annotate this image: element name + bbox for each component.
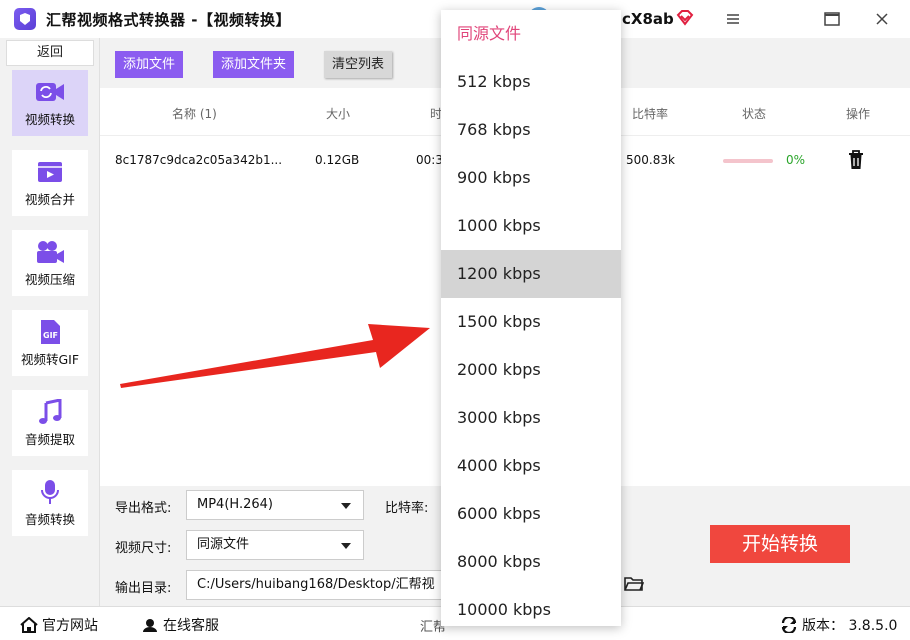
sidebar-item-video-compress[interactable]: 视频压缩 bbox=[12, 230, 88, 296]
start-convert-button[interactable]: 开始转换 bbox=[710, 525, 850, 563]
website-label: 官方网站 bbox=[42, 618, 98, 634]
sidebar-item-label: 音频转换 bbox=[24, 511, 75, 527]
video-merge-icon bbox=[35, 159, 65, 185]
file-bitrate: 500.83k bbox=[626, 153, 675, 167]
dropdown-option[interactable]: 1200 kbps bbox=[441, 250, 621, 298]
vip-diamond-icon[interactable] bbox=[676, 10, 694, 30]
bitrate-dropdown-list[interactable]: 同源文件 512 kbps 768 kbps 900 kbps 1000 kbps 120… bbox=[441, 10, 621, 626]
dropdown-option[interactable]: 3000 kbps bbox=[441, 394, 621, 442]
dropdown-option[interactable]: 8000 kbps bbox=[441, 538, 621, 586]
sidebar-item-audio-convert[interactable]: 音频转换 bbox=[12, 470, 88, 536]
output-label: 输出目录: bbox=[115, 581, 172, 596]
dropdown-option[interactable]: 6000 kbps bbox=[441, 490, 621, 538]
progress-bar bbox=[723, 159, 773, 163]
support-link[interactable]: 在线客服 bbox=[141, 615, 219, 635]
clear-list-button[interactable]: 清空列表 bbox=[324, 51, 393, 78]
close-icon[interactable] bbox=[871, 8, 893, 30]
size-value: 同源文件 bbox=[197, 537, 250, 552]
col-actions[interactable]: 操作 bbox=[846, 105, 870, 122]
home-icon bbox=[20, 617, 38, 633]
chevron-down-icon bbox=[341, 503, 351, 509]
bitrate-label: 比特率: bbox=[385, 501, 429, 516]
format-value: MP4(H.264) bbox=[197, 497, 273, 512]
dropdown-option[interactable]: 同源文件 bbox=[441, 10, 621, 58]
microphone-icon bbox=[35, 479, 65, 505]
dropdown-option[interactable]: 2000 kbps bbox=[441, 346, 621, 394]
version-info[interactable]: 版本： 3.8.5.0 bbox=[780, 615, 897, 635]
music-icon bbox=[35, 398, 65, 425]
chevron-down-icon bbox=[341, 543, 351, 549]
sidebar-item-video-convert[interactable]: 视频转换 bbox=[12, 70, 88, 136]
add-file-button[interactable]: 添加文件 bbox=[115, 51, 184, 78]
red-arrow-icon bbox=[120, 324, 430, 388]
format-label: 导出格式: bbox=[115, 501, 172, 516]
sidebar-item-video-gif[interactable]: GIF 视频转GIF bbox=[12, 310, 88, 376]
dropdown-option[interactable]: 768 kbps bbox=[441, 106, 621, 154]
sidebar-item-video-merge[interactable]: 视频合并 bbox=[12, 150, 88, 216]
dropdown-option[interactable]: 1500 kbps bbox=[441, 298, 621, 346]
sidebar: 返回 视频转换 视频合并 视频压缩 GIF 视频转GIF 音频提取 音频转换 bbox=[0, 38, 100, 606]
video-compress-icon bbox=[35, 239, 65, 265]
col-size[interactable]: 大小 bbox=[326, 105, 350, 122]
headset-icon bbox=[143, 619, 157, 632]
folder-icon[interactable] bbox=[624, 576, 645, 596]
sidebar-item-label: 视频转GIF bbox=[20, 351, 80, 367]
gif-icon: GIF bbox=[35, 319, 65, 345]
output-path-field[interactable]: C:/Users/huibang168/Desktop/汇帮视 bbox=[186, 570, 442, 600]
format-select[interactable]: MP4(H.264) bbox=[186, 490, 364, 520]
app-logo-icon bbox=[14, 8, 36, 30]
dropdown-option[interactable]: 512 kbps bbox=[441, 58, 621, 106]
file-name: 8c1787c9dca2c05a342b1... bbox=[115, 153, 283, 167]
size-label: 视频尺寸: bbox=[115, 541, 172, 556]
app-title: 汇帮视频格式转换器 -【视频转换】 bbox=[46, 10, 291, 29]
sidebar-item-label: 视频转换 bbox=[24, 111, 75, 127]
sidebar-item-label: 音频提取 bbox=[24, 431, 75, 447]
file-size: 0.12GB bbox=[315, 153, 360, 167]
output-path: C:/Users/huibang168/Desktop/汇帮视 bbox=[197, 577, 435, 592]
menu-icon[interactable] bbox=[722, 8, 744, 30]
col-name[interactable]: 名称 (1) bbox=[172, 105, 217, 122]
refresh-icon bbox=[781, 617, 797, 633]
file-duration: 00:3 bbox=[416, 153, 443, 167]
size-select[interactable]: 同源文件 bbox=[186, 530, 364, 560]
username[interactable]: cX8ab bbox=[622, 10, 674, 28]
dropdown-option[interactable]: 4000 kbps bbox=[441, 442, 621, 490]
add-folder-button[interactable]: 添加文件夹 bbox=[213, 51, 295, 78]
sidebar-item-label: 视频合并 bbox=[24, 191, 75, 207]
dropdown-option[interactable]: 900 kbps bbox=[441, 154, 621, 202]
back-button[interactable]: 返回 bbox=[6, 40, 94, 66]
video-convert-icon bbox=[35, 79, 65, 105]
dropdown-option[interactable]: 1000 kbps bbox=[441, 202, 621, 250]
support-label: 在线客服 bbox=[163, 618, 219, 634]
version-label: 版本： 3.8.5.0 bbox=[802, 618, 898, 634]
sidebar-item-audio-extract[interactable]: 音频提取 bbox=[12, 390, 88, 456]
website-link[interactable]: 官方网站 bbox=[20, 615, 98, 635]
maximize-icon[interactable] bbox=[821, 8, 843, 30]
dropdown-option[interactable]: 10000 kbps bbox=[441, 586, 621, 626]
sidebar-item-label: 视频压缩 bbox=[24, 271, 75, 287]
svg-text:GIF: GIF bbox=[43, 331, 58, 340]
progress-percent: 0% bbox=[786, 153, 806, 167]
col-status[interactable]: 状态 bbox=[742, 105, 766, 122]
trash-icon[interactable] bbox=[848, 150, 864, 174]
col-bitrate[interactable]: 比特率 bbox=[632, 105, 668, 122]
